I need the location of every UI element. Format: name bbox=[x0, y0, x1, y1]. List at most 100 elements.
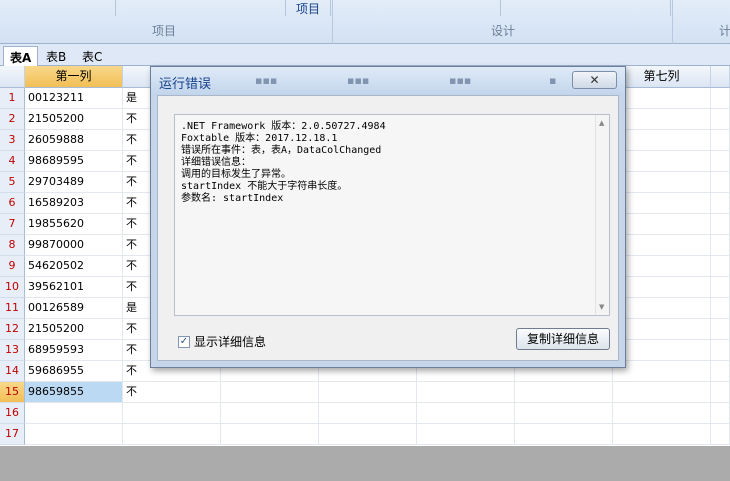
grid-cell[interactable]: 39562101 bbox=[25, 277, 123, 298]
grid-cell[interactable]: 26059888 bbox=[25, 130, 123, 151]
grid-cell[interactable] bbox=[711, 256, 730, 277]
row-header[interactable]: 1 bbox=[0, 88, 25, 109]
column-header-7[interactable]: 第七列 bbox=[613, 66, 711, 88]
row-header[interactable]: 4 bbox=[0, 151, 25, 172]
grid-cell[interactable] bbox=[613, 319, 711, 340]
grid-cell[interactable] bbox=[613, 361, 711, 382]
grid-cell[interactable] bbox=[417, 403, 515, 424]
grid-cell[interactable] bbox=[319, 403, 417, 424]
show-details-checkbox[interactable]: ✓ 显示详细信息 bbox=[178, 333, 266, 350]
grid-cell[interactable] bbox=[613, 298, 711, 319]
grid-cell[interactable] bbox=[711, 214, 730, 235]
grid-cell[interactable] bbox=[319, 424, 417, 445]
grid-cell[interactable] bbox=[613, 277, 711, 298]
grid-cell[interactable] bbox=[711, 340, 730, 361]
grid-cell[interactable] bbox=[25, 424, 123, 445]
row-header[interactable]: 14 bbox=[0, 361, 25, 382]
error-details-textbox[interactable]: .NET Framework 版本：2.0.50727.4984 Foxtable… bbox=[174, 114, 610, 316]
tab-sheet-a[interactable]: 表A bbox=[3, 46, 39, 66]
grid-cell[interactable] bbox=[319, 382, 417, 403]
grid-cell[interactable] bbox=[613, 88, 711, 109]
grid-cell[interactable] bbox=[613, 424, 711, 445]
grid-cell[interactable]: 54620502 bbox=[25, 256, 123, 277]
grid-cell[interactable] bbox=[613, 193, 711, 214]
checkbox-check-icon[interactable]: ✓ bbox=[178, 335, 190, 348]
row-header[interactable]: 9 bbox=[0, 256, 25, 277]
tab-sheet-b[interactable]: 表B bbox=[40, 46, 72, 66]
grid-cell[interactable] bbox=[123, 403, 221, 424]
grid-cell[interactable] bbox=[711, 130, 730, 151]
grid-cell[interactable] bbox=[711, 193, 730, 214]
grid-cell[interactable] bbox=[25, 403, 123, 424]
grid-cell[interactable] bbox=[613, 172, 711, 193]
copy-details-button[interactable]: 复制详细信息 bbox=[516, 328, 610, 350]
grid-cell[interactable] bbox=[221, 403, 319, 424]
grid-cell[interactable] bbox=[711, 277, 730, 298]
grid-cell[interactable] bbox=[613, 151, 711, 172]
grid-cell[interactable] bbox=[711, 424, 730, 445]
row-header[interactable]: 6 bbox=[0, 193, 25, 214]
grid-cell[interactable]: 29703489 bbox=[25, 172, 123, 193]
row-header[interactable]: 16 bbox=[0, 403, 25, 424]
row-header[interactable]: 2 bbox=[0, 109, 25, 130]
grid-cell[interactable] bbox=[613, 109, 711, 130]
grid-cell[interactable] bbox=[417, 382, 515, 403]
grid-cell[interactable] bbox=[711, 88, 730, 109]
row-header[interactable]: 5 bbox=[0, 172, 25, 193]
grid-cell[interactable]: 98689595 bbox=[25, 151, 123, 172]
column-header-1[interactable]: 第一列 bbox=[25, 66, 123, 88]
grid-cell[interactable] bbox=[711, 361, 730, 382]
grid-cell[interactable] bbox=[515, 403, 613, 424]
grid-cell[interactable]: 21505200 bbox=[25, 319, 123, 340]
grid-cell[interactable]: 不 bbox=[123, 382, 221, 403]
grid-cell[interactable] bbox=[613, 403, 711, 424]
row-header[interactable]: 10 bbox=[0, 277, 25, 298]
grid-cell[interactable] bbox=[613, 256, 711, 277]
grid-cell[interactable] bbox=[711, 382, 730, 403]
grid-cell[interactable] bbox=[711, 109, 730, 130]
grid-cell[interactable] bbox=[711, 235, 730, 256]
grid-cell[interactable] bbox=[711, 172, 730, 193]
grid-cell[interactable]: 19855620 bbox=[25, 214, 123, 235]
grid-cell[interactable] bbox=[613, 382, 711, 403]
grid-cell[interactable]: 00126589 bbox=[25, 298, 123, 319]
grid-corner[interactable] bbox=[0, 66, 25, 88]
details-scrollbar[interactable]: ▲ ▼ bbox=[595, 115, 609, 315]
grid-cell[interactable] bbox=[123, 424, 221, 445]
row-header[interactable]: 7 bbox=[0, 214, 25, 235]
grid-cell[interactable] bbox=[711, 298, 730, 319]
row-header[interactable]: 12 bbox=[0, 319, 25, 340]
grid-cell[interactable] bbox=[221, 424, 319, 445]
grid-cell[interactable] bbox=[613, 130, 711, 151]
row-header[interactable]: 11 bbox=[0, 298, 25, 319]
scroll-down-icon[interactable]: ▼ bbox=[599, 303, 604, 311]
grid-cell[interactable]: 16589203 bbox=[25, 193, 123, 214]
error-message-text: .NET Framework 版本：2.0.50727.4984 Foxtable… bbox=[181, 121, 386, 205]
close-button[interactable]: ✕ bbox=[572, 71, 617, 89]
grid-cell[interactable]: 21505200 bbox=[25, 109, 123, 130]
column-header-8[interactable] bbox=[711, 66, 730, 88]
grid-cell[interactable] bbox=[711, 319, 730, 340]
row-header[interactable]: 3 bbox=[0, 130, 25, 151]
grid-cell[interactable]: 99870000 bbox=[25, 235, 123, 256]
grid-cell[interactable] bbox=[515, 382, 613, 403]
grid-cell[interactable] bbox=[515, 424, 613, 445]
dialog-title-bar[interactable]: 运行错误 ▪▪▪ ▪▪▪ ▪▪▪ ▪ ✕ bbox=[151, 67, 625, 95]
tab-sheet-c[interactable]: 表C bbox=[76, 46, 108, 66]
row-header[interactable]: 8 bbox=[0, 235, 25, 256]
grid-cell[interactable] bbox=[613, 235, 711, 256]
grid-cell[interactable]: 00123211 bbox=[25, 88, 123, 109]
scroll-up-icon[interactable]: ▲ bbox=[599, 119, 604, 127]
grid-cell[interactable] bbox=[417, 424, 515, 445]
row-header[interactable]: 15 bbox=[0, 382, 25, 403]
grid-cell[interactable] bbox=[711, 151, 730, 172]
grid-cell[interactable] bbox=[613, 214, 711, 235]
grid-cell[interactable] bbox=[613, 340, 711, 361]
row-header[interactable]: 17 bbox=[0, 424, 25, 445]
grid-cell[interactable]: 98659855 bbox=[25, 382, 123, 403]
grid-cell[interactable] bbox=[711, 403, 730, 424]
grid-cell[interactable] bbox=[221, 382, 319, 403]
grid-cell[interactable]: 68959593 bbox=[25, 340, 123, 361]
row-header[interactable]: 13 bbox=[0, 340, 25, 361]
grid-cell[interactable]: 59686955 bbox=[25, 361, 123, 382]
